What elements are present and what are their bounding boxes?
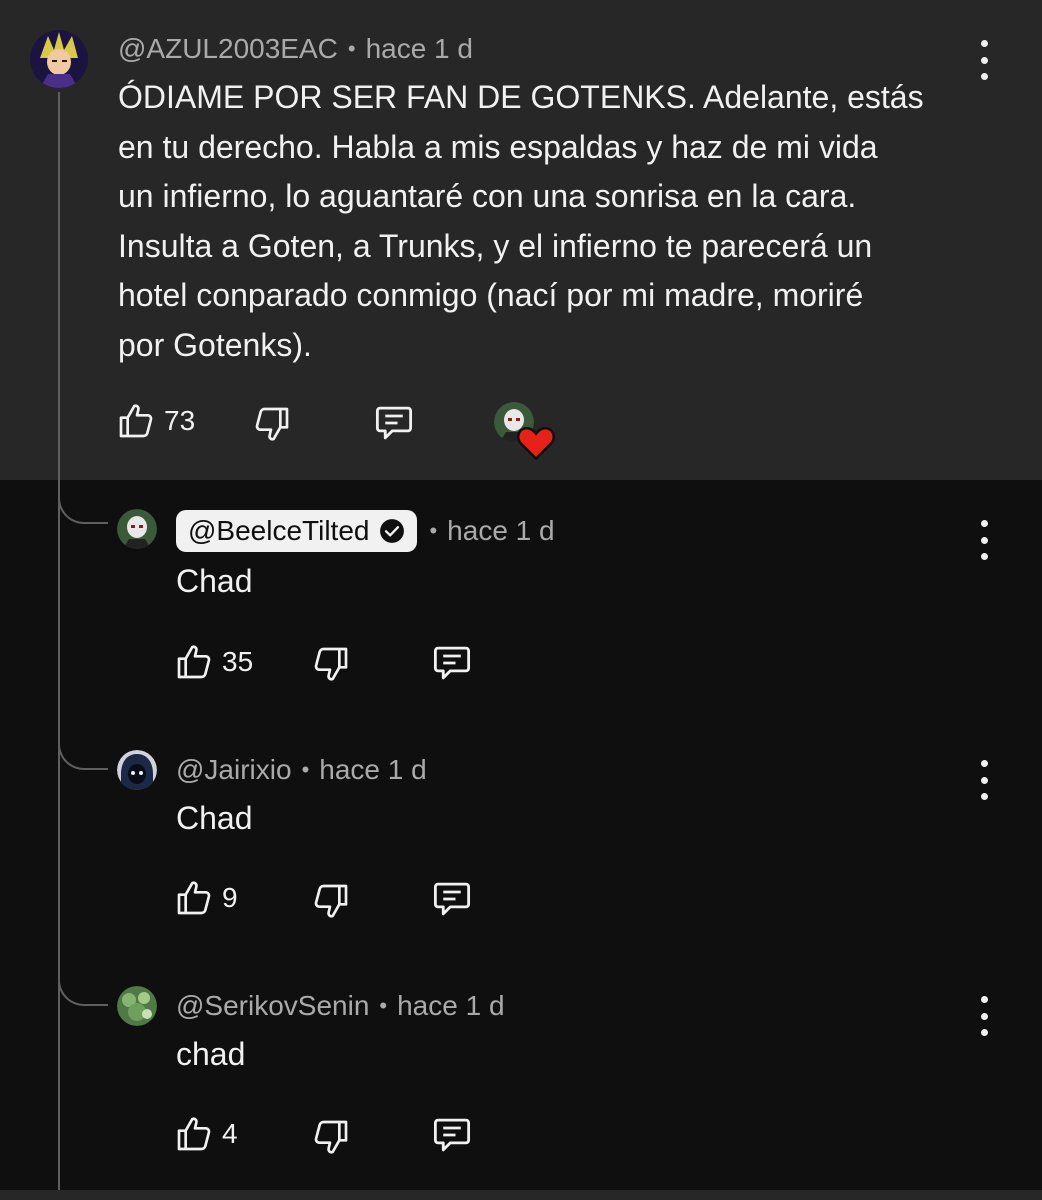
- like-button[interactable]: 35: [174, 641, 253, 683]
- avatar-azul2003eac[interactable]: [30, 30, 88, 88]
- separator-dot: •: [347, 36, 356, 61]
- thumb-up-icon: [177, 881, 211, 915]
- author-name: @BeelceTilted: [188, 515, 370, 546]
- author-name[interactable]: @Jairixio: [176, 754, 292, 786]
- heart-icon: [517, 426, 555, 461]
- more-vert-icon: [980, 520, 988, 527]
- like-count: 73: [164, 405, 196, 436]
- top-comment: @AZUL2003EAC • hace 1 d ÓDIAME POR SER F…: [0, 0, 1042, 480]
- author-name[interactable]: @AZUL2003EAC: [118, 33, 338, 65]
- thumb-down-icon: [255, 407, 289, 441]
- reply-text: Chad: [176, 800, 253, 836]
- like-button[interactable]: 73: [116, 400, 195, 442]
- reply-meta: @SerikovSenin • hace 1 d: [176, 990, 505, 1022]
- comment-text: ÓDIAME POR SER FAN DE GOTENKS. Adelante,…: [118, 79, 924, 363]
- comment-icon: [433, 1118, 471, 1152]
- separator-dot: •: [429, 518, 438, 543]
- thread-line: [58, 92, 60, 1200]
- check-circle-icon: [380, 519, 405, 543]
- creator-heart-avatar[interactable]: [494, 402, 555, 461]
- timestamp[interactable]: hace 1 d: [366, 33, 473, 65]
- comment-meta: @AZUL2003EAC • hace 1 d: [118, 33, 473, 65]
- creator-name-badge[interactable]: @BeelceTilted: [176, 510, 418, 552]
- comment-icon: [375, 406, 413, 440]
- like-count: 9: [222, 882, 238, 913]
- more-options-button[interactable]: [972, 996, 996, 1036]
- avatar-jairixio[interactable]: [117, 750, 157, 790]
- comment-icon: [433, 882, 471, 916]
- avatar-serikovsenin[interactable]: [117, 986, 157, 1026]
- reply-button[interactable]: [372, 402, 416, 444]
- more-options-button[interactable]: [972, 520, 996, 560]
- dislike-button[interactable]: [252, 403, 292, 445]
- like-count: 4: [222, 1118, 238, 1149]
- reply-button[interactable]: [430, 642, 474, 684]
- dislike-button[interactable]: [311, 880, 351, 922]
- dislike-button[interactable]: [311, 643, 351, 685]
- dislike-button[interactable]: [311, 1116, 351, 1158]
- plant-avatar-image: [117, 986, 157, 1026]
- thread-branch: [58, 482, 108, 524]
- timestamp[interactable]: hace 1 d: [319, 754, 426, 786]
- timestamp[interactable]: hace 1 d: [397, 990, 504, 1022]
- reply-meta: @Jairixio • hace 1 d: [176, 754, 427, 786]
- bottom-divider: [0, 1190, 1042, 1200]
- author-name[interactable]: @SerikovSenin: [176, 990, 369, 1022]
- thread-branch: [58, 964, 108, 1006]
- hooded-character-avatar-image: [117, 750, 157, 790]
- creator-avatar-image: [117, 509, 157, 549]
- thumb-down-icon: [314, 647, 348, 681]
- like-button[interactable]: 4: [174, 1113, 238, 1155]
- more-vert-icon: [980, 760, 988, 767]
- separator-dot: •: [301, 757, 310, 782]
- thumb-up-icon: [119, 404, 153, 438]
- separator-dot: •: [379, 993, 388, 1018]
- more-vert-icon: [980, 996, 988, 1003]
- thread-branch: [58, 728, 108, 770]
- more-vert-icon: [980, 40, 988, 47]
- like-button[interactable]: 9: [174, 877, 238, 919]
- reply-button[interactable]: [430, 878, 474, 920]
- comment-icon: [433, 646, 471, 680]
- thumb-down-icon: [314, 884, 348, 918]
- like-count: 35: [222, 646, 254, 677]
- reply-text: Chad: [176, 563, 253, 599]
- thumb-down-icon: [314, 1120, 348, 1154]
- timestamp[interactable]: hace 1 d: [447, 515, 554, 547]
- more-options-button[interactable]: [972, 760, 996, 800]
- reply-button[interactable]: [430, 1114, 474, 1156]
- reply-text: chad: [176, 1036, 246, 1072]
- thumb-up-icon: [177, 1117, 211, 1151]
- avatar-beelcetilted[interactable]: [117, 509, 157, 549]
- anime-character-avatar-image: [30, 30, 88, 88]
- reply-meta: @BeelceTilted • hace 1 d: [176, 510, 555, 552]
- thumb-up-icon: [177, 645, 211, 679]
